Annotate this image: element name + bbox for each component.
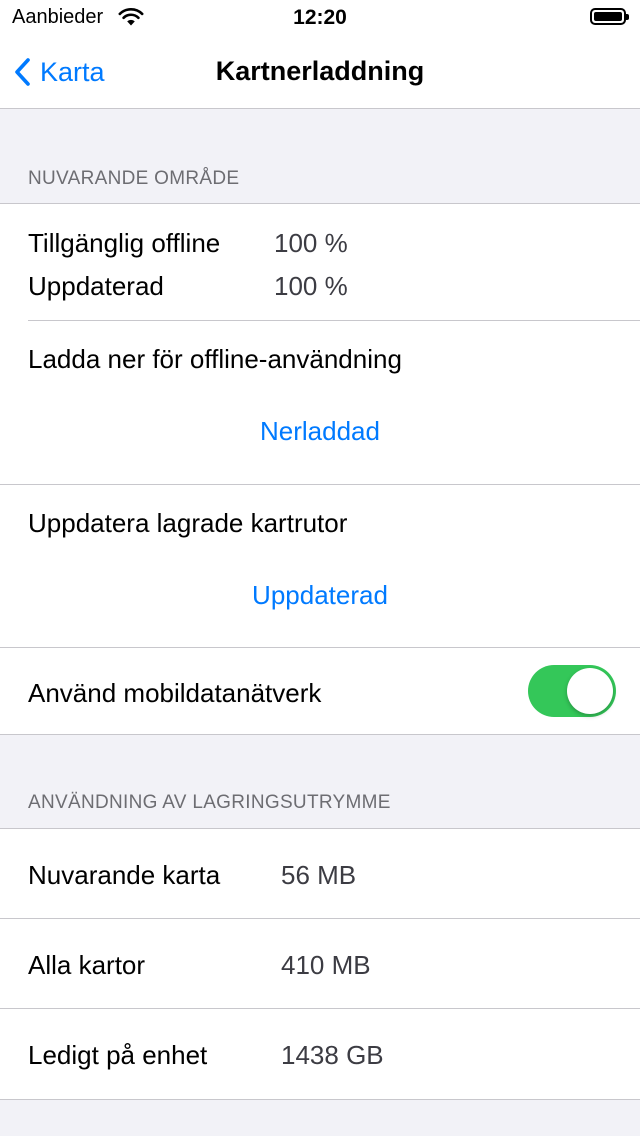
updated-label: Uppdaterad xyxy=(28,271,164,301)
current-area-group: Tillgänglig offline 100 % Uppdaterad 100… xyxy=(0,203,640,735)
divider xyxy=(28,320,640,321)
download-status-button[interactable]: Nerladdad xyxy=(0,416,640,447)
divider xyxy=(0,484,640,485)
mobile-data-toggle[interactable] xyxy=(528,665,616,717)
divider xyxy=(0,918,640,919)
storage-row-label: Nuvarande karta xyxy=(28,860,221,890)
divider xyxy=(0,1008,640,1009)
battery-icon xyxy=(590,8,629,25)
divider xyxy=(0,647,640,648)
offline-label: Tillgänglig offline xyxy=(28,228,221,258)
updated-value: 100 % xyxy=(274,271,348,301)
storage-row-value: 1438 GB xyxy=(281,1040,384,1070)
clock: 12:20 xyxy=(293,6,347,29)
offline-value: 100 % xyxy=(274,228,348,258)
storage-group: Nuvarande karta 56 MB Alla kartor 410 MB… xyxy=(0,828,640,1100)
update-status-button[interactable]: Uppdaterad xyxy=(0,580,640,611)
storage-row-value: 56 MB xyxy=(281,860,357,890)
section-header-storage: ANVÄNDNING AV LAGRINGSUTRYMME xyxy=(28,792,391,813)
update-tiles-label: Uppdatera lagrade kartrutor xyxy=(28,508,348,538)
storage-row-label: Ledigt på enhet xyxy=(28,1040,208,1070)
page-title: Kartnerladdning xyxy=(215,56,425,86)
status-bar: Aanbieder 12:20 xyxy=(0,0,640,36)
storage-row-value: 410 MB xyxy=(281,950,371,980)
download-label: Ladda ner för offline-användning xyxy=(28,344,402,374)
toggle-knob xyxy=(567,668,613,714)
mobile-data-label: Använd mobildatanätverk xyxy=(28,678,322,708)
navigation-bar: Karta Kartnerladdning xyxy=(0,36,640,109)
storage-row-label: Alla kartor xyxy=(28,950,146,980)
section-header-current-area: NUVARANDE OMRÅDE xyxy=(28,168,240,189)
